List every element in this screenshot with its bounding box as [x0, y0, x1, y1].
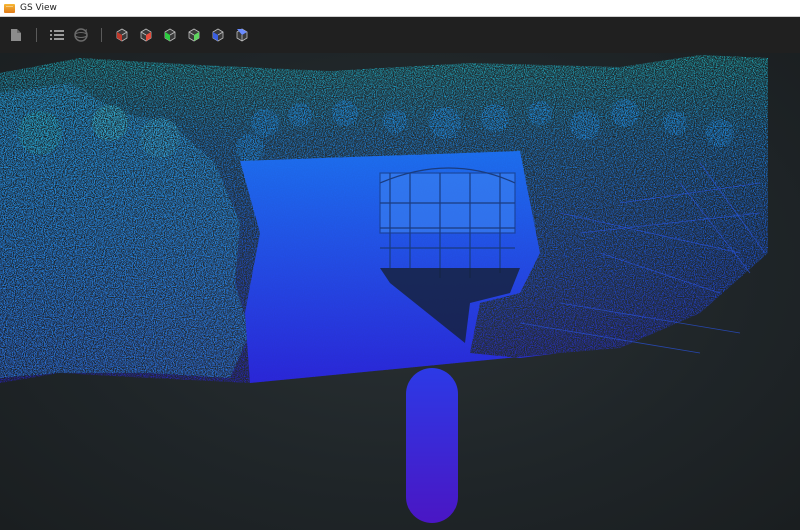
- toolbar: [0, 17, 800, 53]
- rotate-3d-icon[interactable]: [73, 27, 89, 43]
- window-title: GS View: [20, 3, 57, 13]
- view-cube-blue-icon[interactable]: [210, 27, 226, 43]
- list-icon[interactable]: [49, 27, 65, 43]
- app-logo-icon: [4, 3, 15, 13]
- view-cube-blue-alt-icon[interactable]: [234, 27, 250, 43]
- 3d-viewport[interactable]: [0, 53, 800, 530]
- trajectory-path: [406, 368, 458, 523]
- toolbar-separator: [36, 28, 37, 42]
- point-cloud-render: [0, 55, 768, 523]
- view-cube-green-icon[interactable]: [162, 27, 178, 43]
- view-cube-red-icon[interactable]: [138, 27, 154, 43]
- title-bar: GS View: [0, 0, 800, 17]
- toolbar-separator: [101, 28, 102, 42]
- view-cube-default-icon[interactable]: [114, 27, 130, 43]
- file-icon[interactable]: [8, 27, 24, 43]
- view-cube-green-alt-icon[interactable]: [186, 27, 202, 43]
